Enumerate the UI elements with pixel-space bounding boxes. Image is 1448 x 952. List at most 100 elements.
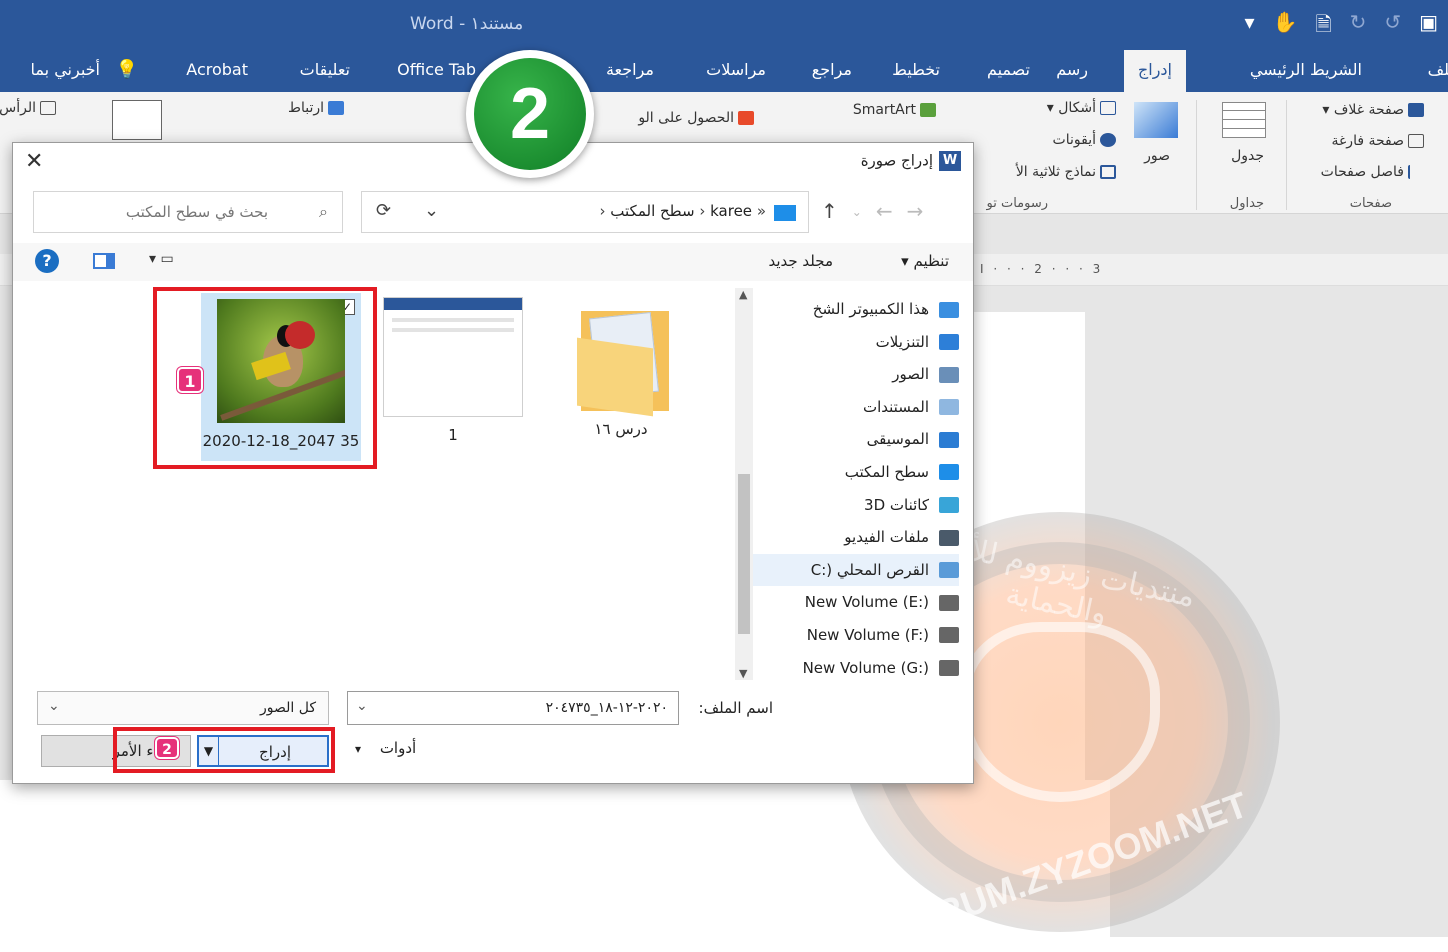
autosave-icon[interactable]: ▣ — [1419, 10, 1438, 44]
link-button[interactable]: ارتباط — [288, 100, 344, 116]
nav-item[interactable]: New Volume (G:) — [749, 652, 959, 685]
nav-item[interactable]: New Volume (F:) — [749, 619, 959, 652]
nav-scrollbar[interactable]: ▲ ▼ — [735, 288, 753, 680]
forward-arrow-icon[interactable]: → — [907, 199, 924, 223]
tab-office-tab[interactable]: Office Tab — [397, 50, 476, 92]
watermark-logo — [960, 622, 1160, 802]
up-arrow-icon[interactable]: ↑ — [821, 199, 838, 223]
breadcrumb-user[interactable]: karee — [710, 202, 752, 220]
tab-acrobat[interactable]: Acrobat — [186, 50, 248, 92]
table-icon[interactable] — [1222, 102, 1266, 138]
add-comment-icon[interactable] — [112, 100, 162, 140]
store-icon — [738, 111, 754, 125]
tab-design[interactable]: تصميم — [987, 50, 1030, 92]
insert-picture-dialog: Wإدراج صورة ✕ ↑ ⌄ ← → « karee ‹ سطح المك… — [12, 142, 974, 784]
nav-item-label: الموسيقى — [866, 430, 929, 449]
nav-item[interactable]: ملفات الفيديو — [749, 521, 959, 554]
filetype-select[interactable]: كل الصور ⌄ — [37, 691, 329, 725]
search-input[interactable] — [34, 192, 304, 232]
tools-button[interactable]: أدوات ▾ — [355, 739, 416, 757]
filename-value[interactable]: ٢٠٢٠-١٢-١٨_٢٠٤٧٣٥ — [546, 700, 668, 716]
nav-item[interactable]: سطح المكتب — [749, 456, 959, 489]
header-button[interactable]: الرأس — [0, 100, 56, 116]
nav-item[interactable]: القرص المحلي (:C — [749, 553, 959, 587]
tab-review[interactable]: مراجعة — [606, 50, 654, 92]
tab-references[interactable]: مراجع — [812, 50, 852, 92]
lightbulb-icon[interactable]: 💡 — [116, 50, 138, 92]
nav-item[interactable]: New Volume (E:) — [749, 586, 959, 619]
tab-insert[interactable]: إدراج — [1123, 50, 1186, 92]
nav-item-label: الصور — [892, 365, 929, 384]
search-box[interactable]: ⌕ — [33, 191, 343, 233]
nav-item[interactable]: التنزيلات — [749, 326, 959, 359]
nav-item-label: القرص المحلي (:C — [810, 560, 929, 579]
pictures-button[interactable]: صور — [1144, 148, 1170, 164]
pictures-icon — [939, 366, 959, 383]
navigation-buttons: ↑ ⌄ ← → — [821, 199, 923, 223]
address-bar[interactable]: « karee ‹ سطح المكتب ‹ ⌄ — [361, 191, 809, 233]
3d-models-button[interactable]: نماذج ثلاثية الأ — [1016, 164, 1116, 180]
change-view-icon[interactable]: ▾ ▭ — [149, 251, 174, 267]
separator — [1196, 100, 1197, 210]
filetype-dropdown-icon[interactable]: ⌄ — [48, 698, 60, 714]
3d-objects-icon — [939, 497, 959, 514]
nav-item[interactable]: الصور — [749, 358, 959, 391]
refresh-icon[interactable]: ⟳ — [361, 191, 405, 233]
highlight-box-insert — [113, 727, 335, 773]
tab-mailings[interactable]: مراسلات — [706, 50, 766, 92]
step-badge-2: 2 — [155, 737, 179, 759]
organize-button[interactable]: تنظيم ▾ — [901, 252, 949, 270]
filename-field[interactable]: ٢٠٢٠-١٢-١٨_٢٠٤٧٣٥ ⌄ — [347, 691, 679, 725]
save-icon[interactable]: 🗎 — [1315, 10, 1331, 44]
redo-icon[interactable]: ↻ — [1350, 10, 1367, 44]
file-item-document[interactable]: 1 — [373, 293, 533, 445]
icons-icon — [1100, 133, 1116, 147]
recent-dropdown-icon[interactable]: ⌄ — [852, 199, 862, 223]
tab-comments[interactable]: تعليقات — [300, 50, 350, 92]
get-addins-button[interactable]: الحصول على الو — [638, 110, 754, 126]
nav-item[interactable]: الموسيقى — [749, 423, 959, 456]
tab-layout[interactable]: تخطيط — [892, 50, 940, 92]
documents-icon — [939, 399, 959, 416]
nav-item[interactable]: المستندات — [749, 391, 959, 424]
page-break-button[interactable]: فاصل صفحات — [1321, 164, 1424, 180]
nav-item-label: New Volume (G:) — [802, 658, 929, 677]
touch-mode-icon[interactable]: ✋ — [1273, 10, 1298, 44]
scroll-down-arrow-icon[interactable]: ▼ — [739, 667, 747, 680]
nav-item[interactable]: هذا الكمبيوتر الشخ — [749, 293, 959, 326]
word-icon: W — [939, 151, 961, 171]
nav-item-label: سطح المكتب — [844, 462, 929, 481]
icons-button[interactable]: أيقونات — [1053, 132, 1116, 148]
scroll-up-arrow-icon[interactable]: ▲ — [739, 288, 747, 301]
close-icon[interactable]: ✕ — [25, 149, 43, 174]
blank-page-button[interactable]: صفحة فارغة — [1331, 133, 1424, 149]
table-button[interactable]: جدول — [1231, 148, 1264, 164]
ruler-numbers: I · · · 2 · · · 3 — [980, 262, 1104, 276]
tab-draw[interactable]: رسم — [1056, 50, 1088, 92]
tab-home[interactable]: الشريط الرئيسي — [1250, 50, 1362, 92]
filename-dropdown-icon[interactable]: ⌄ — [356, 698, 368, 714]
nav-item[interactable]: كائنات 3D — [749, 489, 959, 522]
tab-tell-me[interactable]: أخبرني بما — [31, 50, 100, 92]
file-item-folder[interactable]: درس ١٦ — [541, 299, 701, 439]
breadcrumb-desktop[interactable]: سطح المكتب — [610, 202, 694, 220]
back-arrow-icon[interactable]: ← — [876, 199, 893, 223]
tab-file[interactable]: ملف — [1428, 50, 1448, 92]
tables-group-label: جداول — [1229, 196, 1264, 211]
preview-pane-icon[interactable] — [93, 253, 115, 269]
address-dropdown-icon[interactable]: ⌄ — [424, 200, 439, 221]
scroll-thumb[interactable] — [738, 474, 750, 634]
undo-icon[interactable]: ↺ — [1384, 10, 1401, 44]
help-icon[interactable]: ? — [35, 249, 59, 273]
nav-item-label: New Volume (E:) — [804, 593, 929, 612]
pictures-icon[interactable] — [1134, 102, 1178, 138]
drive-icon — [939, 594, 959, 611]
cover-page-button[interactable]: صفحة غلاف ▾ — [1322, 102, 1424, 118]
drive-icon — [939, 627, 959, 644]
new-folder-button[interactable]: مجلد جديد — [768, 252, 833, 270]
smartart-button[interactable]: SmartArt — [853, 102, 936, 118]
nav-item-label: كائنات 3D — [864, 495, 929, 514]
ribbon-display-icon[interactable]: ▾ — [1245, 10, 1255, 44]
folder-icon — [573, 303, 669, 417]
shapes-button[interactable]: أشكال ▾ — [1047, 100, 1116, 116]
